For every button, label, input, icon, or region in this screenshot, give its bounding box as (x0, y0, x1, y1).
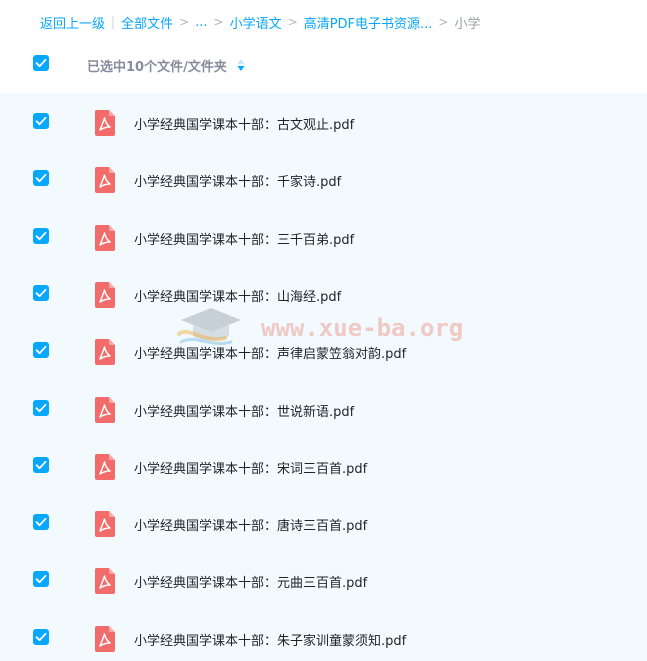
select-all-checkbox[interactable] (33, 55, 49, 71)
breadcrumb-chevron-icon: > (213, 15, 224, 29)
breadcrumb-current-folder: 小学 (454, 16, 481, 32)
file-checkbox[interactable] (33, 227, 49, 244)
breadcrumb-folder-link[interactable]: 小学语文 (230, 13, 282, 32)
pdf-file-icon (94, 167, 115, 194)
file-row[interactable]: 小学经典国学课本十部：唐诗三百首.pdf (0, 494, 647, 551)
file-checkbox[interactable] (33, 514, 49, 531)
file-checkbox[interactable] (33, 170, 49, 187)
pdf-file-icon (94, 224, 115, 251)
file-name[interactable]: 小学经典国学课本十部：朱子家训童蒙须知.pdf (134, 630, 406, 649)
checkbox-checked-icon (35, 517, 47, 527)
file-checkbox[interactable] (33, 113, 49, 129)
file-name[interactable]: 小学经典国学课本十部：唐诗三百首.pdf (134, 515, 367, 534)
breadcrumb-chevron-icon: > (179, 15, 190, 29)
pdf-file-icon (94, 625, 115, 652)
pdf-file-icon (94, 339, 115, 366)
checkbox-checked-icon (35, 174, 47, 183)
breadcrumb: 返回上一级 | 全部文件 > ... > 小学语文 > 高清PDF电子书资源..… (40, 11, 481, 33)
breadcrumb-ellipsis-link[interactable]: ... (195, 15, 207, 30)
file-row[interactable]: 小学经典国学课本十部：朱子家训童蒙须知.pdf (0, 609, 647, 661)
checkbox-checked-icon (35, 346, 47, 355)
selection-count-text: 已选中10个文件/文件夹 (87, 60, 227, 75)
file-row[interactable]: 小学经典国学课本十部：古文观止.pdf (0, 93, 647, 150)
file-row[interactable]: 小学经典国学课本十部：声律启蒙笠翁对韵.pdf (0, 322, 647, 379)
pdf-file-icon (94, 281, 115, 308)
checkbox-checked-icon (35, 58, 47, 68)
checkbox-checked-icon (35, 231, 47, 240)
file-name[interactable]: 小学经典国学课本十部：三千百弟.pdf (134, 229, 354, 248)
file-checkbox[interactable] (33, 456, 49, 473)
breadcrumb-chevron-icon: > (438, 15, 449, 29)
checkbox-checked-icon (35, 632, 47, 641)
pdf-file-icon (94, 110, 115, 136)
checkbox-checked-icon (35, 460, 47, 469)
file-checkbox[interactable] (33, 399, 49, 416)
file-browser: 返回上一级 | 全部文件 > ... > 小学语文 > 高清PDF电子书资源..… (0, 0, 647, 661)
breadcrumb-back-link[interactable]: 返回上一级 (40, 13, 105, 32)
file-row[interactable]: 小学经典国学课本十部：山海经.pdf (0, 265, 647, 322)
checkbox-checked-icon (35, 288, 47, 297)
checkbox-checked-icon (35, 116, 47, 126)
breadcrumb-chevron-icon: > (287, 15, 298, 29)
sort-icon[interactable] (236, 58, 246, 72)
file-row[interactable]: 小学经典国学课本十部：千家诗.pdf (0, 150, 647, 207)
breadcrumb-divider: | (111, 15, 116, 29)
file-row[interactable]: 小学经典国学课本十部：元曲三百首.pdf (0, 551, 647, 608)
file-checkbox[interactable] (33, 628, 49, 645)
file-checkbox[interactable] (33, 342, 49, 359)
file-row[interactable]: 小学经典国学课本十部：宋词三百首.pdf (0, 437, 647, 494)
checkbox-checked-icon (35, 403, 47, 412)
file-row[interactable]: 小学经典国学课本十部：世说新语.pdf (0, 380, 647, 437)
file-list: 小学经典国学课本十部：古文观止.pdf 小学经典国学课本十部：千家诗.pdf 小学经… (0, 93, 647, 661)
pdf-file-icon (94, 568, 115, 595)
breadcrumb-folder-link[interactable]: 高清PDF电子书资源... (304, 13, 433, 32)
pdf-file-icon (94, 453, 115, 480)
file-row[interactable]: 小学经典国学课本十部：三千百弟.pdf (0, 208, 647, 265)
list-header: 已选中10个文件/文件夹 (0, 50, 647, 80)
breadcrumb-all-files-link[interactable]: 全部文件 (121, 13, 173, 32)
file-name[interactable]: 小学经典国学课本十部：元曲三百首.pdf (134, 572, 367, 591)
file-name[interactable]: 小学经典国学课本十部：山海经.pdf (134, 286, 341, 305)
file-name[interactable]: 小学经典国学课本十部：千家诗.pdf (134, 171, 341, 190)
file-checkbox[interactable] (33, 284, 49, 301)
file-name[interactable]: 小学经典国学课本十部：声律启蒙笠翁对韵.pdf (134, 343, 406, 362)
pdf-file-icon (94, 396, 115, 423)
pdf-file-icon (94, 511, 115, 538)
checkbox-checked-icon (35, 575, 47, 584)
file-checkbox[interactable] (33, 571, 49, 588)
file-name[interactable]: 小学经典国学课本十部：古文观止.pdf (134, 114, 354, 133)
file-name[interactable]: 小学经典国学课本十部：世说新语.pdf (134, 401, 354, 420)
file-name[interactable]: 小学经典国学课本十部：宋词三百首.pdf (134, 458, 367, 477)
